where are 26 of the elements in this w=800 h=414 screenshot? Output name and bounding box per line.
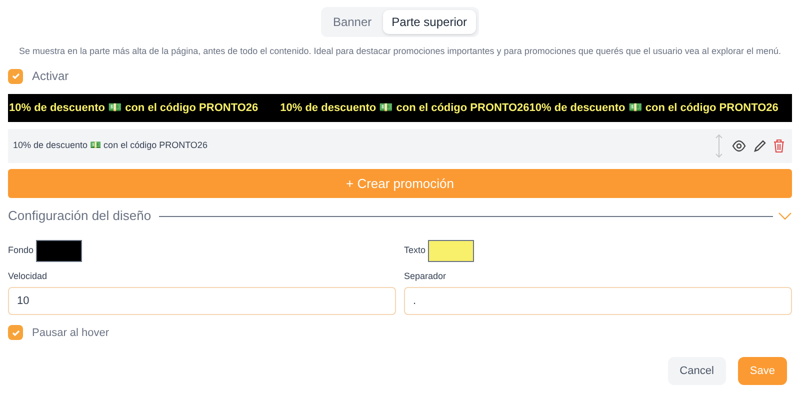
- color-label: Fondo: [8, 244, 34, 258]
- checkbox[interactable]: [8, 68, 23, 84]
- checkbox[interactable]: [8, 325, 23, 340]
- marquee-text: 10% de descuento 💵 con el código PRONTO26: [9, 100, 258, 116]
- input-field[interactable]: .: [404, 286, 792, 314]
- checkbox-label: Activar: [32, 68, 69, 85]
- checkbox-label: Pausar al hover: [32, 326, 110, 340]
- section-title: Configuración del diseño: [8, 207, 152, 226]
- field-label: Velocidad: [8, 270, 48, 283]
- promotion-text: 10% de descuento 💵 con el código PRONTO26: [13, 139, 208, 152]
- pencil-icon[interactable]: [753, 140, 766, 152]
- description-text: Se muestra en la parte más alta de la página, antes de todo el contenido. Ideal para destacar promociones importantes y para promociones que querés que el usuario vea al explorar el menú.: [18, 45, 782, 57]
- field-label: Separador: [404, 270, 448, 283]
- tab[interactable]: Banner: [324, 10, 381, 34]
- marquee-text: 10% de descuento 💵 con el código PRONTO2610% de descuento 💵 con el código PRONTO26: [280, 100, 778, 116]
- eye-icon[interactable]: [732, 140, 746, 152]
- cancel-button[interactable]: Cancel: [668, 357, 726, 385]
- chevron-icon[interactable]: [778, 212, 792, 220]
- checkmark-icon: [10, 328, 20, 338]
- tab[interactable]: Parte superior: [382, 10, 476, 34]
- color-swatch[interactable]: [428, 240, 474, 262]
- trash-icon[interactable]: [773, 139, 785, 153]
- color-label: Texto: [404, 244, 426, 258]
- input-field[interactable]: 10: [8, 286, 396, 314]
- color-swatch[interactable]: [36, 240, 82, 262]
- checkmark-icon: [10, 71, 20, 81]
